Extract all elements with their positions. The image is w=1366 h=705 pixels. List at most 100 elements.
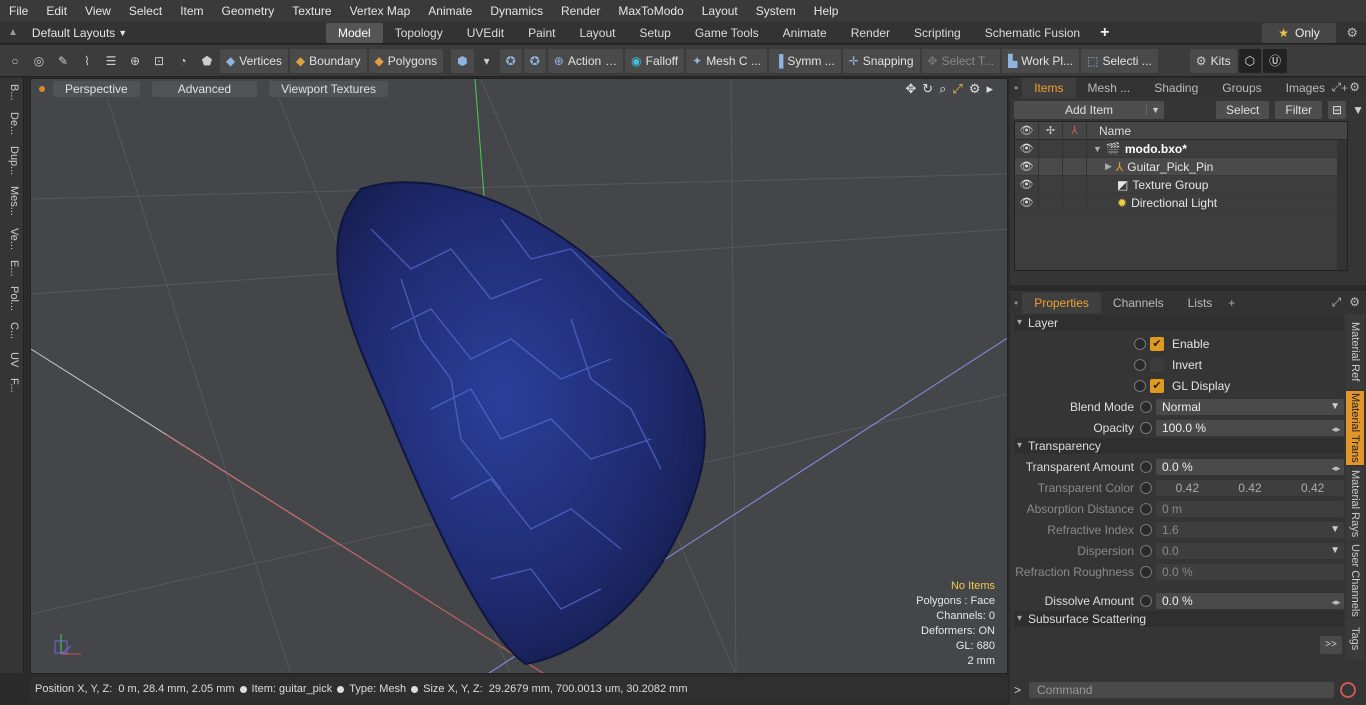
layouts-dropdown[interactable]: ▲ Default Layouts ▼: [0, 26, 326, 40]
expand-arrow-icon[interactable]: ▶: [1105, 161, 1112, 172]
gear-icon[interactable]: ⚙: [1349, 80, 1360, 95]
viewport-menu-dot-icon[interactable]: [39, 86, 45, 92]
checkmark-icon[interactable]: ✔: [1150, 378, 1164, 393]
channel-knob-icon[interactable]: [1134, 379, 1146, 392]
channel-knob-icon[interactable]: [1140, 400, 1152, 413]
side-tab-material-ref[interactable]: Material Ref: [1346, 315, 1364, 389]
tab-topology[interactable]: Topology: [383, 23, 455, 43]
viewport-scene[interactable]: [31, 79, 1008, 674]
tab-groups[interactable]: Groups: [1210, 78, 1273, 98]
side-tab-user-channels[interactable]: User Channels: [1346, 543, 1364, 617]
menu-view[interactable]: View: [76, 4, 120, 18]
left-tab-vertex[interactable]: Ve...: [4, 228, 20, 250]
kits-button[interactable]: ⚙ Kits: [1189, 48, 1237, 73]
visibility-eye-icon[interactable]: 👁: [1015, 121, 1039, 140]
tab-uvedit[interactable]: UVEdit: [455, 23, 516, 43]
menu-render[interactable]: Render: [552, 4, 609, 18]
brush-icon[interactable]: ⌇: [76, 50, 98, 72]
checkbox-empty-icon[interactable]: [1150, 357, 1164, 372]
panel-menu-dot-icon[interactable]: •: [1010, 78, 1022, 98]
dispersion-field[interactable]: 0.0 ▼: [1156, 542, 1344, 559]
tab-images[interactable]: Images: [1274, 78, 1337, 98]
selection-button[interactable]: ⬚ Selecti ...: [1081, 48, 1158, 73]
tree-scrollbar[interactable]: [1337, 140, 1347, 270]
add-tab-button[interactable]: +: [1224, 296, 1239, 310]
menu-animate[interactable]: Animate: [419, 4, 481, 18]
channel-knob-icon[interactable]: [1140, 481, 1152, 494]
action-button[interactable]: ⊕ Action…: [547, 48, 624, 73]
gear-icon[interactable]: ⚙: [1349, 295, 1360, 310]
tree-row[interactable]: 👁 ▼ 🎬 modo.bxo*: [1015, 139, 1347, 158]
menu-item[interactable]: Item: [171, 4, 212, 18]
menu-maxtomodo[interactable]: MaxToModo: [609, 4, 692, 18]
tree-row[interactable]: 👁 ◩ Texture Group: [1015, 175, 1347, 194]
subsurface-section-header[interactable]: Subsurface Scattering: [1014, 611, 1344, 627]
left-tab-curve[interactable]: C...: [4, 322, 20, 339]
channel-knob-icon[interactable]: [1140, 594, 1152, 607]
mesh-constraint-button[interactable]: ✦ Mesh C ...: [686, 48, 767, 73]
move-view-icon[interactable]: ✥: [905, 81, 916, 97]
left-tab-duplicate[interactable]: Dup...: [4, 146, 20, 175]
slider-arrows-icon[interactable]: ◂▸: [1330, 460, 1342, 474]
item-mode-button[interactable]: ⬢: [451, 48, 474, 73]
channel-knob-icon[interactable]: [1134, 337, 1146, 350]
enable-checkbox[interactable]: ✔ Enable: [1134, 333, 1344, 354]
maximize-icon[interactable]: ⤢: [952, 81, 962, 97]
refraction-roughness-field[interactable]: 0.0 %: [1156, 563, 1344, 580]
axis-icon[interactable]: ⅄: [1063, 121, 1087, 140]
tab-layout[interactable]: Layout: [567, 23, 627, 43]
layer-section-header[interactable]: Layer: [1014, 315, 1344, 331]
menu-file[interactable]: File: [0, 4, 37, 18]
dissolve-field[interactable]: 0.0 % ◂▸: [1156, 592, 1344, 609]
refractive-index-field[interactable]: 1.6 ▼: [1156, 521, 1344, 538]
gauge-icon[interactable]: ◔: [172, 50, 194, 72]
shield-icon[interactable]: ⬟: [196, 50, 218, 72]
menu-system[interactable]: System: [747, 4, 805, 18]
tab-channels[interactable]: Channels: [1101, 293, 1176, 313]
side-tab-material-rays[interactable]: Material Rays: [1346, 467, 1364, 541]
polygons-button[interactable]: ◆ Polygons: [368, 48, 444, 73]
channel-knob-icon[interactable]: [1134, 358, 1146, 371]
gear-icon[interactable]: ⚙: [1346, 25, 1358, 41]
layout-collapse-icon[interactable]: ▲: [8, 27, 18, 38]
menu-layout[interactable]: Layout: [693, 4, 747, 18]
lock-icon[interactable]: ✢: [1039, 121, 1063, 140]
advanced-button[interactable]: Advanced: [151, 81, 258, 97]
boundary-button[interactable]: ◆ Boundary: [289, 48, 367, 73]
command-input[interactable]: Command: [1029, 682, 1335, 698]
left-tab-uv[interactable]: UV: [4, 352, 20, 367]
slider-arrows-icon[interactable]: ◂▸: [1330, 421, 1342, 435]
tab-lists[interactable]: Lists: [1176, 293, 1225, 313]
transparent-color-field[interactable]: 0.42 0.42 0.42: [1156, 479, 1344, 496]
symmetry-button[interactable]: ▐ Symm ...: [768, 48, 841, 73]
slider-arrows-icon[interactable]: ◂▸: [1330, 594, 1342, 608]
menu-dynamics[interactable]: Dynamics: [481, 4, 552, 18]
select-circle-icon[interactable]: ○: [4, 50, 26, 72]
channel-knob-icon[interactable]: [1140, 523, 1152, 536]
side-tab-tags[interactable]: Tags: [1346, 619, 1364, 659]
visibility-eye-icon[interactable]: 👁: [1015, 193, 1039, 212]
unity-button[interactable]: ⬡: [1238, 48, 1262, 73]
left-tab-basic[interactable]: B...: [4, 84, 20, 101]
visibility-eye-icon[interactable]: 👁: [1015, 157, 1039, 176]
funnel-icon[interactable]: ▼: [1352, 103, 1364, 117]
globe-icon[interactable]: ◎: [28, 50, 50, 72]
tab-mesh[interactable]: Mesh ...: [1076, 78, 1143, 98]
chevron-down-icon[interactable]: ▼: [1146, 105, 1160, 115]
left-tab-edge[interactable]: E...: [4, 260, 20, 277]
tab-properties[interactable]: Properties: [1022, 293, 1101, 313]
side-tab-material-trans[interactable]: Material Trans: [1346, 391, 1364, 465]
tree-row[interactable]: 👁 ▶ ⅄ Guitar_Pick_Pin: [1015, 157, 1347, 176]
square-target-icon[interactable]: ⊡: [148, 50, 170, 72]
visibility-eye-icon[interactable]: 👁: [1015, 139, 1039, 158]
tree-row[interactable]: 👁 ✹ Directional Light: [1015, 193, 1347, 212]
tab-animate[interactable]: Animate: [771, 23, 839, 43]
invert-checkbox[interactable]: Invert: [1134, 354, 1344, 375]
left-tab-mesh-edit[interactable]: Mes...: [4, 186, 20, 216]
checkmark-icon[interactable]: ✔: [1150, 336, 1164, 351]
rotate-view-icon[interactable]: ↻: [922, 81, 933, 97]
left-tab-polygon[interactable]: Pol...: [4, 286, 20, 311]
menu-edit[interactable]: Edit: [37, 4, 76, 18]
zoom-icon[interactable]: ⌕: [939, 81, 946, 97]
play-arrow-icon[interactable]: ▸: [986, 81, 993, 97]
